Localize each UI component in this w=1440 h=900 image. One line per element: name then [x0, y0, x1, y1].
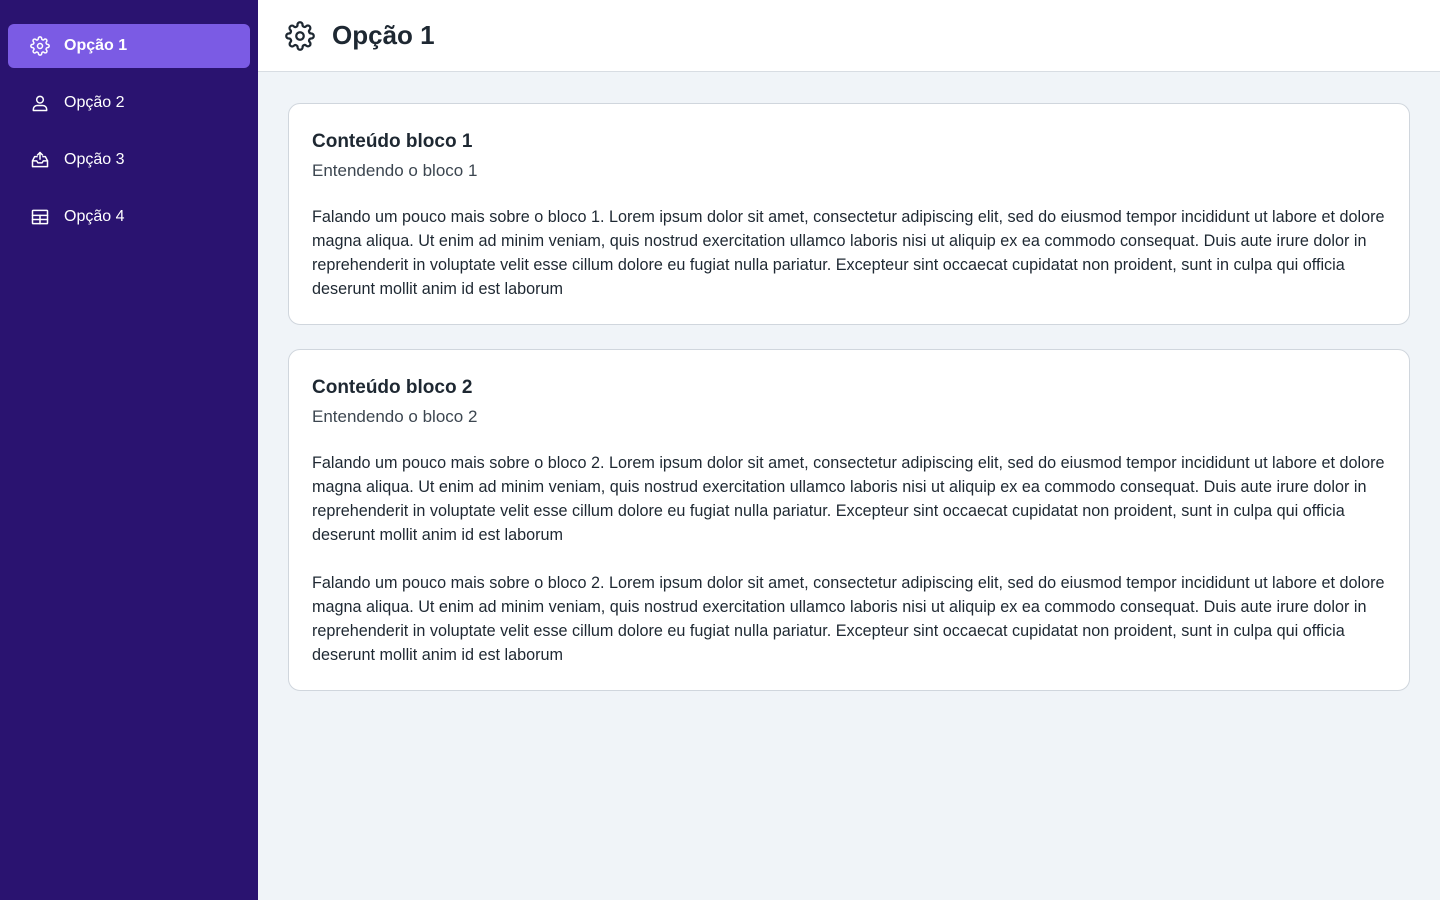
user-icon — [28, 91, 52, 115]
sidebar-item-opcao-3[interactable]: Opção 3 — [8, 138, 250, 182]
block-title: Conteúdo bloco 1 — [312, 131, 473, 152]
sidebar-item-opcao-2[interactable]: Opção 2 — [8, 81, 250, 125]
content-block-1: Conteúdo bloco 1 Entendendo o bloco 1 Fa… — [288, 103, 1410, 325]
upload-tray-icon — [28, 148, 52, 172]
block-paragraph: Falando um pouco mais sobre o bloco 2. L… — [312, 574, 1385, 664]
block-paragraph: Falando um pouco mais sobre o bloco 2. L… — [312, 454, 1385, 544]
block-subtitle: Entendendo o bloco 1 — [312, 161, 478, 180]
content-block-2: Conteúdo bloco 2 Entendendo o bloco 2 Fa… — [288, 349, 1410, 691]
gear-icon — [28, 34, 52, 58]
sidebar-item-label: Opção 2 — [64, 94, 125, 111]
sidebar: Opção 1 Opção 2 Opção 3 Opção 4 — [0, 0, 258, 900]
sidebar-item-label: Opção 3 — [64, 151, 125, 168]
table-icon — [28, 205, 52, 229]
sidebar-item-label: Opção 4 — [64, 208, 125, 225]
sidebar-item-opcao-1[interactable]: Opção 1 — [8, 24, 250, 68]
sidebar-item-label: Opção 1 — [64, 37, 128, 54]
main-content: Conteúdo bloco 1 Entendendo o bloco 1 Fa… — [288, 103, 1410, 715]
sidebar-item-opcao-4[interactable]: Opção 4 — [8, 195, 250, 239]
block-paragraph: Falando um pouco mais sobre o bloco 1. L… — [312, 208, 1385, 298]
block-title: Conteúdo bloco 2 — [312, 377, 473, 398]
page-title: Opção 1 — [332, 20, 435, 50]
gear-icon — [284, 20, 316, 52]
page-header: Opção 1 — [258, 0, 1440, 72]
block-subtitle: Entendendo o bloco 2 — [312, 407, 478, 426]
